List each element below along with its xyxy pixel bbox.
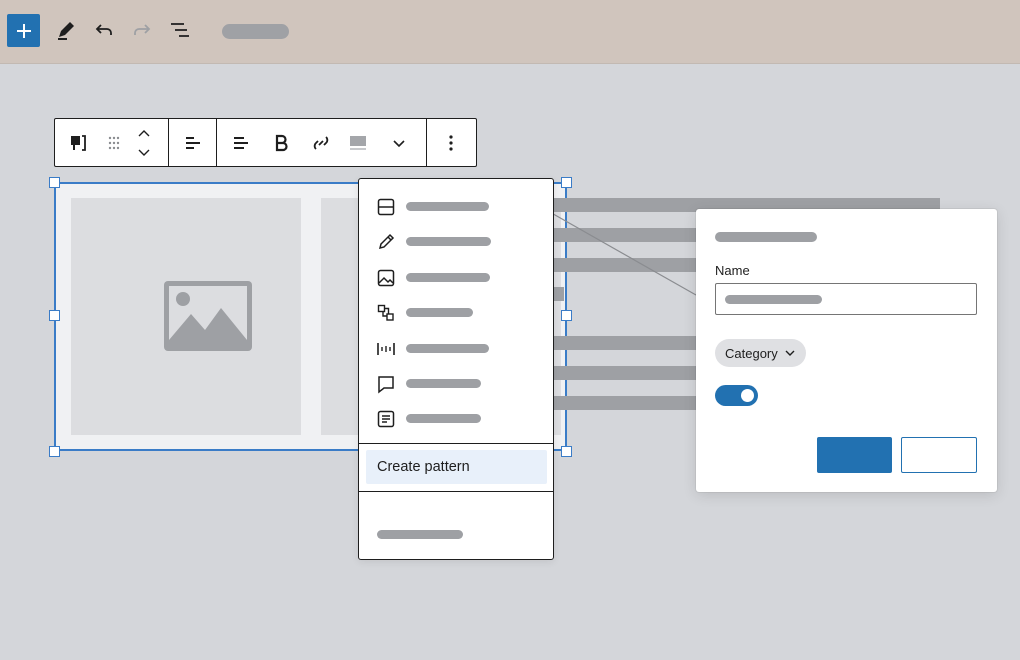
image-icon	[377, 269, 395, 287]
undo-icon	[95, 24, 112, 35]
image-icon	[164, 281, 252, 351]
bold-button[interactable]	[267, 129, 295, 157]
menu-separator	[359, 491, 553, 492]
plus-icon	[16, 23, 31, 38]
highlight-icon	[350, 136, 366, 150]
align-left-icon	[186, 137, 200, 149]
chevron-up-down-icon	[138, 130, 150, 156]
text-line	[554, 366, 696, 380]
block-options-button[interactable]	[437, 129, 465, 157]
document-title-placeholder[interactable]	[222, 24, 289, 39]
pencil-icon	[378, 233, 395, 250]
add-block-button[interactable]	[7, 14, 40, 47]
highlight-button[interactable]	[344, 129, 372, 157]
transform-icon	[377, 304, 394, 321]
chevron-down-icon	[393, 140, 405, 148]
align-button[interactable]	[179, 129, 207, 157]
drag-handle[interactable]	[100, 129, 128, 157]
menu-item[interactable]	[359, 401, 553, 436]
name-label: Name	[715, 263, 750, 278]
menu-item-label	[406, 344, 489, 353]
menu-item-label	[406, 273, 490, 282]
resize-handle[interactable]	[49, 177, 60, 188]
menu-separator	[359, 443, 553, 444]
create-button[interactable]	[817, 437, 892, 473]
category-label: Category	[725, 345, 778, 361]
menu-item-label	[406, 202, 489, 211]
resize-handle[interactable]	[561, 177, 572, 188]
menu-item-label	[406, 237, 491, 246]
toggle-knob	[741, 389, 754, 402]
toolbar-separator	[426, 119, 427, 166]
paragraph-icon	[71, 135, 86, 151]
kebab-icon	[449, 135, 453, 151]
text-line	[554, 396, 696, 410]
resize-handle[interactable]	[561, 310, 572, 321]
menu-item-label	[406, 379, 481, 388]
menu-item[interactable]	[359, 189, 553, 224]
drag-icon	[108, 136, 120, 150]
create-pattern-menu-item[interactable]: Create pattern	[366, 450, 547, 484]
resize-handle[interactable]	[49, 310, 60, 321]
block-toolbar	[54, 118, 477, 167]
menu-item-label[interactable]	[377, 530, 463, 539]
category-select[interactable]: Category	[715, 339, 806, 367]
menu-item-label	[406, 414, 481, 423]
resize-handle[interactable]	[49, 446, 60, 457]
name-input-value	[725, 295, 822, 304]
menu-item[interactable]	[359, 295, 553, 330]
redo-button[interactable]	[130, 18, 154, 42]
spacer-icon	[377, 343, 395, 355]
create-pattern-modal: Name Category	[696, 209, 997, 492]
menu-item[interactable]	[359, 224, 553, 259]
post-content-icon	[377, 410, 395, 428]
editor-top-bar	[0, 0, 1020, 64]
connector-line	[547, 210, 697, 296]
edit-tool-button[interactable]	[54, 18, 78, 42]
list-view-icon	[171, 23, 189, 37]
layout-icon	[377, 198, 395, 216]
move-up-down-buttons[interactable]	[130, 127, 158, 159]
image-placeholder[interactable]	[71, 198, 301, 435]
undo-button[interactable]	[92, 18, 116, 42]
cancel-button[interactable]	[901, 437, 977, 473]
text-line	[554, 336, 696, 350]
toolbar-separator	[168, 119, 169, 166]
menu-item[interactable]	[359, 260, 553, 295]
more-options-chevron[interactable]	[385, 129, 413, 157]
redo-icon	[134, 24, 151, 35]
menu-item-label	[406, 308, 473, 317]
link-button[interactable]	[307, 129, 335, 157]
document-overview-button[interactable]	[168, 18, 192, 42]
text-align-button[interactable]	[227, 129, 255, 157]
sync-toggle[interactable]	[715, 385, 758, 406]
chevron-down-icon	[785, 350, 795, 356]
resize-handle[interactable]	[561, 446, 572, 457]
block-options-dropdown: Create pattern	[358, 178, 554, 560]
comment-icon	[378, 376, 394, 394]
modal-title	[715, 232, 817, 242]
text-align-icon	[234, 137, 248, 149]
bold-icon	[275, 134, 288, 152]
menu-item[interactable]	[359, 331, 553, 366]
link-icon	[313, 136, 329, 150]
transform-button[interactable]	[64, 129, 92, 157]
toolbar-separator	[216, 119, 217, 166]
menu-item[interactable]	[359, 366, 553, 401]
pencil-icon	[58, 22, 74, 40]
name-input[interactable]	[715, 283, 977, 315]
